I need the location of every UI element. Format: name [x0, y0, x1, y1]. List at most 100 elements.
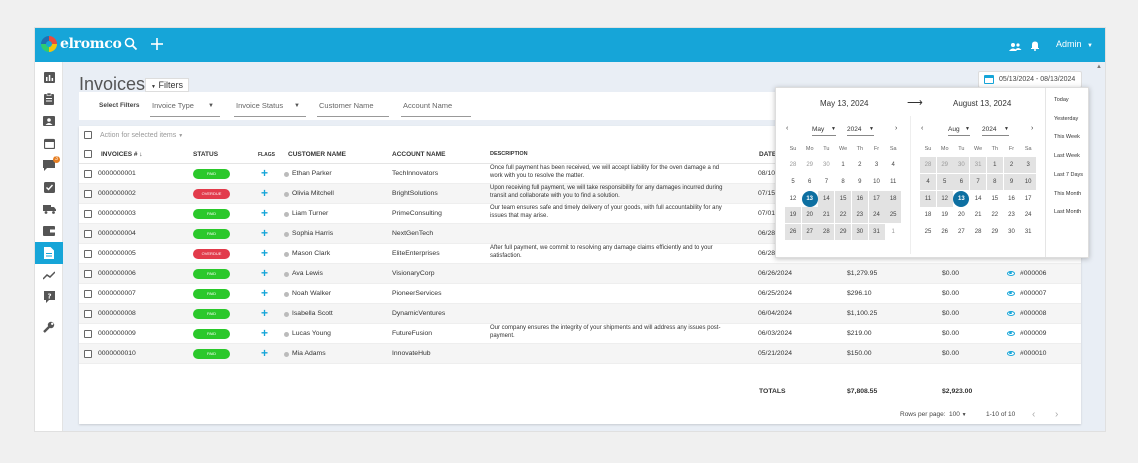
- calendar-day[interactable]: 30: [818, 157, 834, 173]
- calendar-day[interactable]: 5: [785, 174, 801, 190]
- calendar-day[interactable]: 23: [851, 207, 868, 224]
- calendar-day[interactable]: 31: [970, 157, 987, 173]
- calendar-day[interactable]: 10: [869, 174, 885, 190]
- right-month-select[interactable]: Aug ▼: [948, 126, 970, 136]
- bulk-action-select[interactable]: Action for selected items ▼: [100, 132, 183, 139]
- calendar-day[interactable]: 15: [987, 191, 1003, 207]
- calendar-day[interactable]: 19: [785, 207, 801, 224]
- calendar-day[interactable]: 11: [885, 174, 901, 190]
- right-prev-month-icon[interactable]: ‹: [921, 125, 923, 132]
- calendar-day[interactable]: 26: [937, 224, 953, 240]
- customer-name-input[interactable]: Customer Name: [317, 97, 389, 117]
- invoice-number[interactable]: 0000000008: [98, 310, 136, 317]
- select-all-checkbox[interactable]: [84, 131, 92, 139]
- invoice-number[interactable]: 0000000005: [98, 250, 136, 257]
- calendar-day[interactable]: 17: [1020, 191, 1036, 207]
- calendar-day[interactable]: 23: [1004, 207, 1020, 223]
- col-customer[interactable]: CUSTOMER NAME: [288, 151, 346, 158]
- table-row[interactable]: 0000000007 PAID + Noah Walker PioneerService…: [79, 284, 1081, 304]
- calendar-day[interactable]: 25: [885, 207, 902, 224]
- calendar-day[interactable]: 1: [986, 157, 1003, 173]
- sidebar-item-reports[interactable]: [35, 264, 63, 286]
- sidebar-item-tasks[interactable]: [35, 88, 63, 110]
- calendar-day[interactable]: 16: [851, 190, 868, 207]
- add-flag-icon[interactable]: +: [261, 306, 268, 320]
- invoice-number[interactable]: 0000000003: [98, 210, 136, 217]
- admin-menu[interactable]: Admin ▼: [1056, 39, 1093, 49]
- shortcut-option[interactable]: Last Month: [1054, 209, 1081, 215]
- calendar-day[interactable]: 30: [1004, 224, 1020, 240]
- col-date[interactable]: DATE: [759, 151, 776, 158]
- sidebar-item-settings[interactable]: [35, 316, 63, 338]
- invoice-status-select[interactable]: Invoice Status ▼: [234, 97, 306, 117]
- calendar-day[interactable]: 9: [1003, 173, 1020, 190]
- calendar-day[interactable]: 17: [868, 190, 885, 207]
- add-flag-icon[interactable]: +: [261, 286, 268, 300]
- calendar-day[interactable]: 9: [852, 174, 868, 190]
- row-checkbox[interactable]: [84, 270, 92, 278]
- rows-per-page-select[interactable]: 100 ▼: [949, 411, 967, 418]
- invoice-number[interactable]: 0000000010: [98, 350, 136, 357]
- calendar-day[interactable]: 13: [801, 190, 818, 207]
- invoice-type-select[interactable]: Invoice Type ▼: [150, 97, 220, 117]
- calendar-day[interactable]: 11: [920, 190, 936, 207]
- row-checkbox[interactable]: [84, 290, 92, 298]
- shortcut-option[interactable]: Yesterday: [1054, 116, 1078, 122]
- sidebar-item-calendar[interactable]: [35, 132, 63, 154]
- right-year-select[interactable]: 2024 ▼: [982, 126, 1009, 136]
- calendar-day[interactable]: 21: [818, 207, 835, 224]
- invoice-number[interactable]: 0000000002: [98, 190, 136, 197]
- shortcut-option[interactable]: Last Week: [1054, 153, 1080, 159]
- col-invoice[interactable]: INVOICES # ↓: [101, 151, 143, 158]
- calendar-day[interactable]: 26: [785, 224, 801, 241]
- calendar-day[interactable]: 27: [953, 224, 969, 240]
- calendar-day[interactable]: 29: [987, 224, 1003, 240]
- row-checkbox[interactable]: [84, 330, 92, 338]
- calendar-day[interactable]: 6: [953, 173, 970, 190]
- view-eye-icon[interactable]: [1007, 311, 1015, 316]
- right-next-month-icon[interactable]: ›: [1031, 125, 1033, 132]
- scroll-up-icon[interactable]: ▲: [1096, 64, 1102, 70]
- calendar-day[interactable]: 3: [1020, 157, 1037, 173]
- calendar-day[interactable]: 6: [802, 174, 818, 190]
- row-checkbox[interactable]: [84, 210, 92, 218]
- sidebar-item-contacts[interactable]: [35, 110, 63, 132]
- table-row[interactable]: 0000000010 PAID + Mia Adams InnovateHub 05/21…: [79, 344, 1081, 364]
- col-account[interactable]: ACCOUNT NAME: [392, 151, 445, 158]
- calendar-day[interactable]: 12: [785, 191, 801, 207]
- add-flag-icon[interactable]: +: [261, 166, 268, 180]
- sidebar-item-help[interactable]: ?: [35, 286, 63, 308]
- calendar-day[interactable]: 21: [970, 207, 986, 223]
- shortcut-option[interactable]: This Week: [1054, 134, 1080, 140]
- view-eye-icon[interactable]: [1007, 331, 1015, 336]
- sidebar-item-messages[interactable]: 3: [35, 154, 63, 176]
- reference-number[interactable]: #000006: [1020, 270, 1046, 277]
- row-checkbox[interactable]: [84, 350, 92, 358]
- calendar-day[interactable]: 15: [835, 190, 852, 207]
- calendar-day[interactable]: 7: [970, 173, 987, 190]
- calendar-day[interactable]: 30: [953, 157, 970, 173]
- shortcut-option[interactable]: Today: [1054, 97, 1069, 103]
- row-checkbox[interactable]: [84, 310, 92, 318]
- table-row[interactable]: 0000000009 PAID + Lucas Young FutureFusion Ou…: [79, 324, 1081, 344]
- view-eye-icon[interactable]: [1007, 351, 1015, 356]
- calendar-day[interactable]: 7: [818, 174, 834, 190]
- calendar-day[interactable]: 24: [868, 207, 885, 224]
- search-icon[interactable]: [124, 37, 138, 54]
- calendar-day[interactable]: 28: [818, 224, 835, 241]
- prev-page-icon[interactable]: ‹: [1032, 409, 1035, 420]
- invoice-number[interactable]: 0000000001: [98, 170, 136, 177]
- calendar-day[interactable]: 28: [970, 224, 986, 240]
- calendar-day[interactable]: 18: [920, 207, 936, 223]
- add-flag-icon[interactable]: +: [261, 206, 268, 220]
- calendar-day[interactable]: 13: [953, 190, 970, 207]
- left-prev-month-icon[interactable]: ‹: [786, 125, 788, 132]
- next-page-icon[interactable]: ›: [1055, 409, 1058, 420]
- row-checkbox[interactable]: [84, 230, 92, 238]
- sidebar-item-invoices[interactable]: [35, 242, 63, 264]
- calendar-day[interactable]: 20: [801, 207, 818, 224]
- reference-number[interactable]: #000009: [1020, 330, 1046, 337]
- left-year-select[interactable]: 2024 ▼: [847, 126, 874, 136]
- calendar-day[interactable]: 14: [970, 191, 986, 207]
- calendar-day[interactable]: 30: [851, 224, 868, 241]
